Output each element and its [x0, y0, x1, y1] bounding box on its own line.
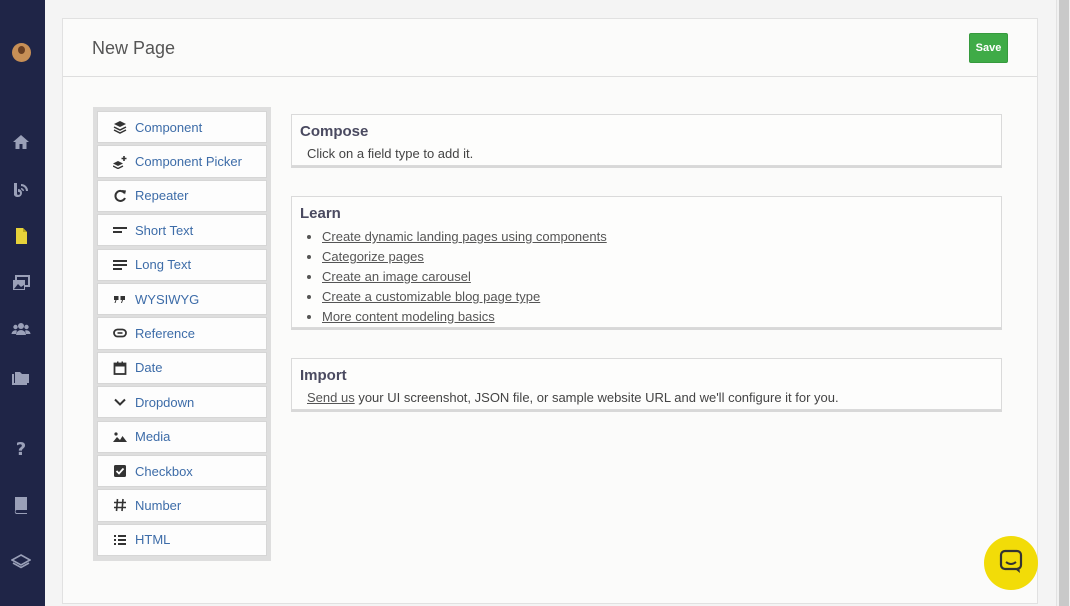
chevron-down-icon [112, 395, 128, 409]
field-type-label: Repeater [135, 188, 189, 204]
learn-link-carousel[interactable]: Create an image carousel [322, 269, 471, 284]
book-icon[interactable] [10, 495, 32, 515]
compose-title: Compose [300, 123, 369, 140]
field-type-date[interactable]: Date [97, 351, 267, 385]
users-icon[interactable] [10, 319, 32, 339]
app-sidebar: ? [0, 0, 45, 606]
page-title: New Page [92, 38, 176, 58]
long-text-icon [112, 258, 128, 272]
chat-icon [998, 548, 1024, 579]
field-type-label: WYSIWYG [135, 291, 200, 307]
list-item: Create dynamic landing pages using compo… [322, 228, 1001, 248]
learn-link-components[interactable]: Create dynamic landing pages using compo… [322, 229, 607, 244]
learn-title: Learn [300, 205, 341, 222]
chat-launcher-button[interactable] [984, 536, 1038, 590]
compose-text: Click on a field type to add it. [307, 146, 474, 161]
send-us-link[interactable]: Send us [307, 390, 355, 405]
field-type-label: Date [135, 360, 163, 376]
scrollbar-thumb[interactable] [1059, 0, 1069, 606]
link-icon [112, 326, 128, 340]
field-type-wysiwyg[interactable]: WYSIWYG [97, 282, 267, 316]
field-type-dropdown[interactable]: Dropdown [97, 386, 267, 419]
page-scrollbar[interactable] [1056, 0, 1070, 606]
field-type-short-text[interactable]: Short Text [97, 214, 267, 247]
hash-icon [112, 498, 128, 512]
field-type-label: HTML [135, 532, 171, 548]
field-type-component-picker[interactable]: Component Picker [97, 145, 267, 178]
save-button[interactable]: Save [969, 33, 1008, 63]
page-icon[interactable] [10, 226, 32, 246]
field-type-label: Reference [135, 325, 195, 341]
field-type-checkbox[interactable]: Checkbox [97, 454, 267, 488]
help-icon[interactable]: ? [10, 438, 32, 458]
field-type-label: Short Text [135, 222, 194, 238]
layers-icon [112, 120, 128, 134]
avatar[interactable] [12, 43, 31, 62]
import-box: Import Send us your UI screenshot, JSON … [291, 358, 1002, 410]
field-type-long-text[interactable]: Long Text [97, 248, 267, 281]
home-icon[interactable] [10, 132, 32, 152]
field-type-label: Component Picker [135, 154, 242, 170]
field-type-list: Component Component Picker Repeater Shor… [93, 107, 271, 561]
layers-icon[interactable] [10, 551, 32, 571]
field-type-html[interactable]: HTML [97, 523, 267, 556]
field-type-component[interactable]: Component [97, 111, 267, 144]
field-type-number[interactable]: Number [97, 489, 267, 522]
field-type-repeater[interactable]: Repeater [97, 179, 267, 213]
compose-box: Compose Click on a field type to add it. [291, 114, 1002, 166]
calendar-icon [112, 361, 128, 375]
field-type-label: Component [135, 119, 203, 135]
field-type-reference[interactable]: Reference [97, 317, 267, 350]
blog-icon[interactable] [10, 180, 32, 200]
field-type-media[interactable]: Media [97, 420, 267, 453]
learn-link-modeling-basics[interactable]: More content modeling basics [322, 309, 495, 324]
learn-link-categorize[interactable]: Categorize pages [322, 249, 424, 264]
field-type-label: Long Text [135, 257, 192, 273]
field-type-label: Media [135, 429, 171, 445]
import-title: Import [300, 367, 347, 384]
layers-plus-icon [112, 155, 128, 169]
panel-header: New Page Save [63, 19, 1037, 77]
checkbox-icon [112, 464, 128, 478]
field-type-label: Dropdown [135, 394, 195, 410]
field-type-label: Checkbox [135, 463, 193, 479]
short-text-icon [112, 223, 128, 237]
list-icon [112, 533, 128, 547]
repeat-icon [112, 189, 128, 203]
learn-box: Learn Create dynamic landing pages using… [291, 196, 1002, 328]
page-editor-panel: New Page Save Component Component Picker… [62, 18, 1038, 604]
folder-icon[interactable] [10, 367, 32, 387]
list-item: Create an image carousel [322, 268, 1001, 288]
import-description: your UI screenshot, JSON file, or sample… [354, 390, 839, 405]
field-type-label: Number [135, 497, 182, 513]
learn-link-blog-page[interactable]: Create a customizable blog page type [322, 289, 540, 304]
learn-links: Create dynamic landing pages using compo… [322, 228, 1001, 328]
list-item: Create a customizable blog page type [322, 288, 1001, 308]
import-text: Send us your UI screenshot, JSON file, o… [307, 390, 1001, 405]
media-icon[interactable] [10, 273, 32, 293]
quote-icon [112, 292, 128, 306]
list-item: More content modeling basics [322, 308, 1001, 328]
image-icon [112, 430, 128, 444]
list-item: Categorize pages [322, 248, 1001, 268]
svg-text:?: ? [16, 439, 26, 458]
